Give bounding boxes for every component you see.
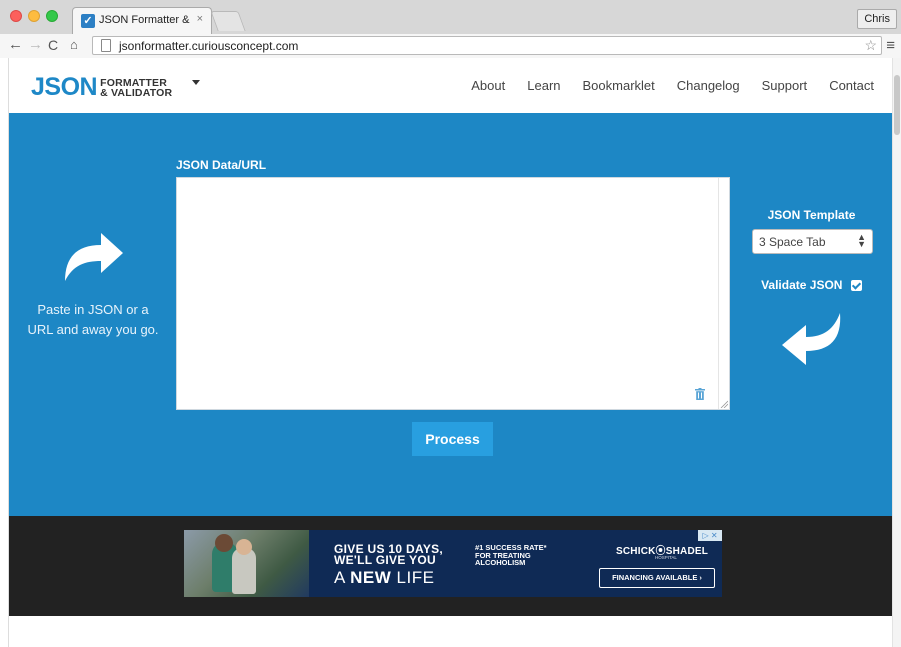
json-template-selected: 3 Space Tab <box>759 235 826 249</box>
validate-json-checkbox[interactable] <box>850 280 862 291</box>
nav-about[interactable]: About <box>471 78 505 93</box>
ad-photo-head <box>215 534 233 552</box>
reload-icon[interactable]: C <box>48 37 58 53</box>
advertisement-banner[interactable]: GIVE US 10 DAYS, WE'LL GIVE YOU A NEW LI… <box>184 530 722 597</box>
json-template-select[interactable]: 3 Space Tab ▲ ▼ <box>752 229 873 254</box>
address-bar[interactable]: jsonformatter.curiousconcept.com ☆ <box>92 36 882 55</box>
site-logo[interactable]: JSON FORMATTER & VALIDATOR <box>31 75 172 100</box>
forward-icon[interactable]: → <box>28 37 43 53</box>
trash-icon[interactable] <box>695 388 705 400</box>
ad-headline-line2: WE'LL GIVE YOU <box>334 553 436 567</box>
select-updown-icon: ▲ ▼ <box>857 232 866 249</box>
json-template-label: JSON Template <box>767 208 856 222</box>
page-scrollbar[interactable] <box>892 58 901 647</box>
process-button[interactable]: Process <box>412 422 493 456</box>
nav-support[interactable]: Support <box>762 78 808 93</box>
logo-json-text: JSON <box>31 73 98 101</box>
browser-menu-icon[interactable]: ≡ <box>886 37 895 54</box>
site-header: JSON FORMATTER & VALIDATOR About Learn B… <box>9 59 892 113</box>
textarea-scrollbar[interactable] <box>718 178 729 409</box>
close-window-button[interactable] <box>10 10 22 22</box>
ad-photo-head <box>236 539 252 555</box>
ad-photo <box>184 530 309 597</box>
ad-headline: GIVE US 10 DAYS, WE'LL GIVE YOU <box>334 543 443 567</box>
browser-chrome: ✓ JSON Formatter & Validato × Chris ← → … <box>0 0 901 58</box>
instructions-text: Paste in JSON or a URL and away you go. <box>27 302 159 337</box>
bookmark-star-icon[interactable]: ☆ <box>864 37 877 54</box>
browser-tab[interactable]: ✓ JSON Formatter & Validato × <box>72 7 212 34</box>
curved-arrow-right-icon <box>65 233 123 281</box>
nav-learn[interactable]: Learn <box>527 78 560 93</box>
tab-close-icon[interactable]: × <box>197 13 203 25</box>
curved-arrow-left-icon <box>782 313 841 365</box>
url-text[interactable]: jsonformatter.curiousconcept.com <box>119 39 298 53</box>
new-tab-button[interactable] <box>210 11 246 31</box>
logo-line-validator: & VALIDATOR <box>100 86 173 99</box>
ad-choices-icon[interactable]: ▷ ✕ <box>698 530 722 541</box>
scrollbar-thumb[interactable] <box>894 75 900 135</box>
page-content-below <box>9 616 892 647</box>
maximize-window-button[interactable] <box>46 10 58 22</box>
ad-headline-life: LIFE <box>391 568 435 587</box>
json-data-textarea[interactable] <box>176 177 730 410</box>
logo-subtitle: FORMATTER & VALIDATOR <box>100 77 173 99</box>
ad-brand-sub: HOSPITAL <box>655 555 677 560</box>
ad-headline-a: A <box>334 568 351 587</box>
nav-bookmarklet[interactable]: Bookmarklet <box>583 78 655 93</box>
ad-headline-big: A NEW LIFE <box>334 569 434 586</box>
ad-band: GIVE US 10 DAYS, WE'LL GIVE YOU A NEW LI… <box>9 516 892 616</box>
profile-button[interactable]: Chris <box>857 9 897 29</box>
back-icon[interactable]: ← <box>8 37 23 53</box>
top-nav: About Learn Bookmarklet Changelog Suppor… <box>471 78 874 93</box>
formatter-panel: Paste in JSON or a URL and away you go. … <box>9 113 892 516</box>
nav-contact[interactable]: Contact <box>829 78 874 93</box>
logo-dropdown-caret-icon[interactable] <box>192 80 200 85</box>
ad-headline-new: NEW <box>350 568 392 587</box>
minimize-window-button[interactable] <box>28 10 40 22</box>
json-data-label: JSON Data/URL <box>176 158 267 172</box>
ad-stat-line3: ALCOHOLISM <box>475 558 526 567</box>
title-bar: ✓ JSON Formatter & Validato × Chris <box>0 0 901 34</box>
favicon-icon: ✓ <box>81 14 95 28</box>
browser-toolbar: ← → C ⌂ jsonformatter.curiousconcept.com… <box>0 34 901 58</box>
resize-grip-icon[interactable] <box>720 400 728 408</box>
window-edge <box>0 58 9 647</box>
home-icon[interactable]: ⌂ <box>70 37 78 53</box>
ad-financing-button[interactable]: FINANCING AVAILABLE › <box>599 568 715 588</box>
nav-changelog[interactable]: Changelog <box>677 78 740 93</box>
validate-json-label: Validate JSON <box>761 278 843 292</box>
ad-stat: #1 SUCCESS RATE* FOR TREATING ALCOHOLISM <box>475 544 547 567</box>
page-icon <box>101 39 111 52</box>
validate-json-option[interactable]: Validate JSON <box>749 276 874 294</box>
tab-title: JSON Formatter & Validato <box>99 14 191 26</box>
